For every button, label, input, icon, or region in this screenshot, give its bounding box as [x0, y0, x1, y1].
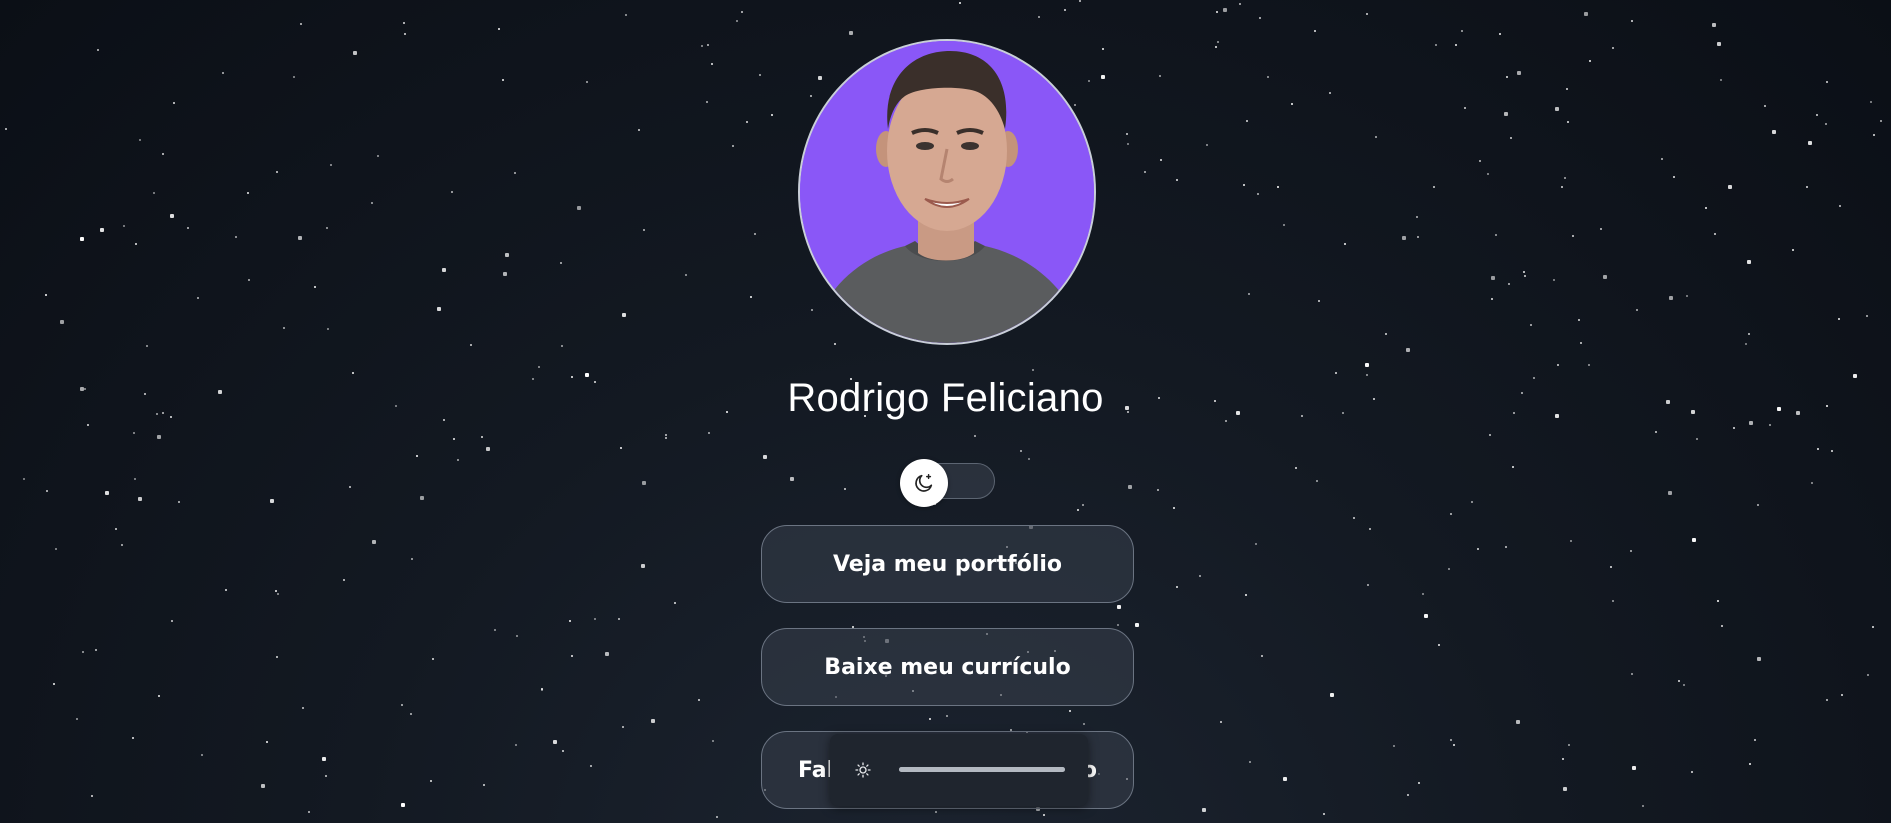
- portfolio-button-label: Veja meu portfólio: [832, 551, 1063, 577]
- profile-name: Rodrigo Feliciano: [787, 376, 1104, 420]
- portfolio-button[interactable]: Veja meu portfólio: [761, 525, 1134, 603]
- profile-photo: [800, 41, 1094, 343]
- download-resume-button-label: Baixe meu currículo: [824, 654, 1071, 680]
- download-resume-button[interactable]: Baixe meu currículo: [761, 628, 1134, 706]
- theme-toggle[interactable]: [900, 459, 948, 507]
- moon-icon: [915, 474, 933, 492]
- profile-avatar: [798, 39, 1096, 345]
- sun-icon: [855, 762, 871, 778]
- profile-card: Rodrigo Feliciano Veja meu portfólio Bai…: [0, 0, 1891, 823]
- brightness-slider-fill: [899, 767, 1065, 772]
- contact-button-label-start: Fal: [798, 757, 835, 783]
- brightness-popup: [830, 734, 1088, 806]
- brightness-slider[interactable]: [899, 767, 1065, 772]
